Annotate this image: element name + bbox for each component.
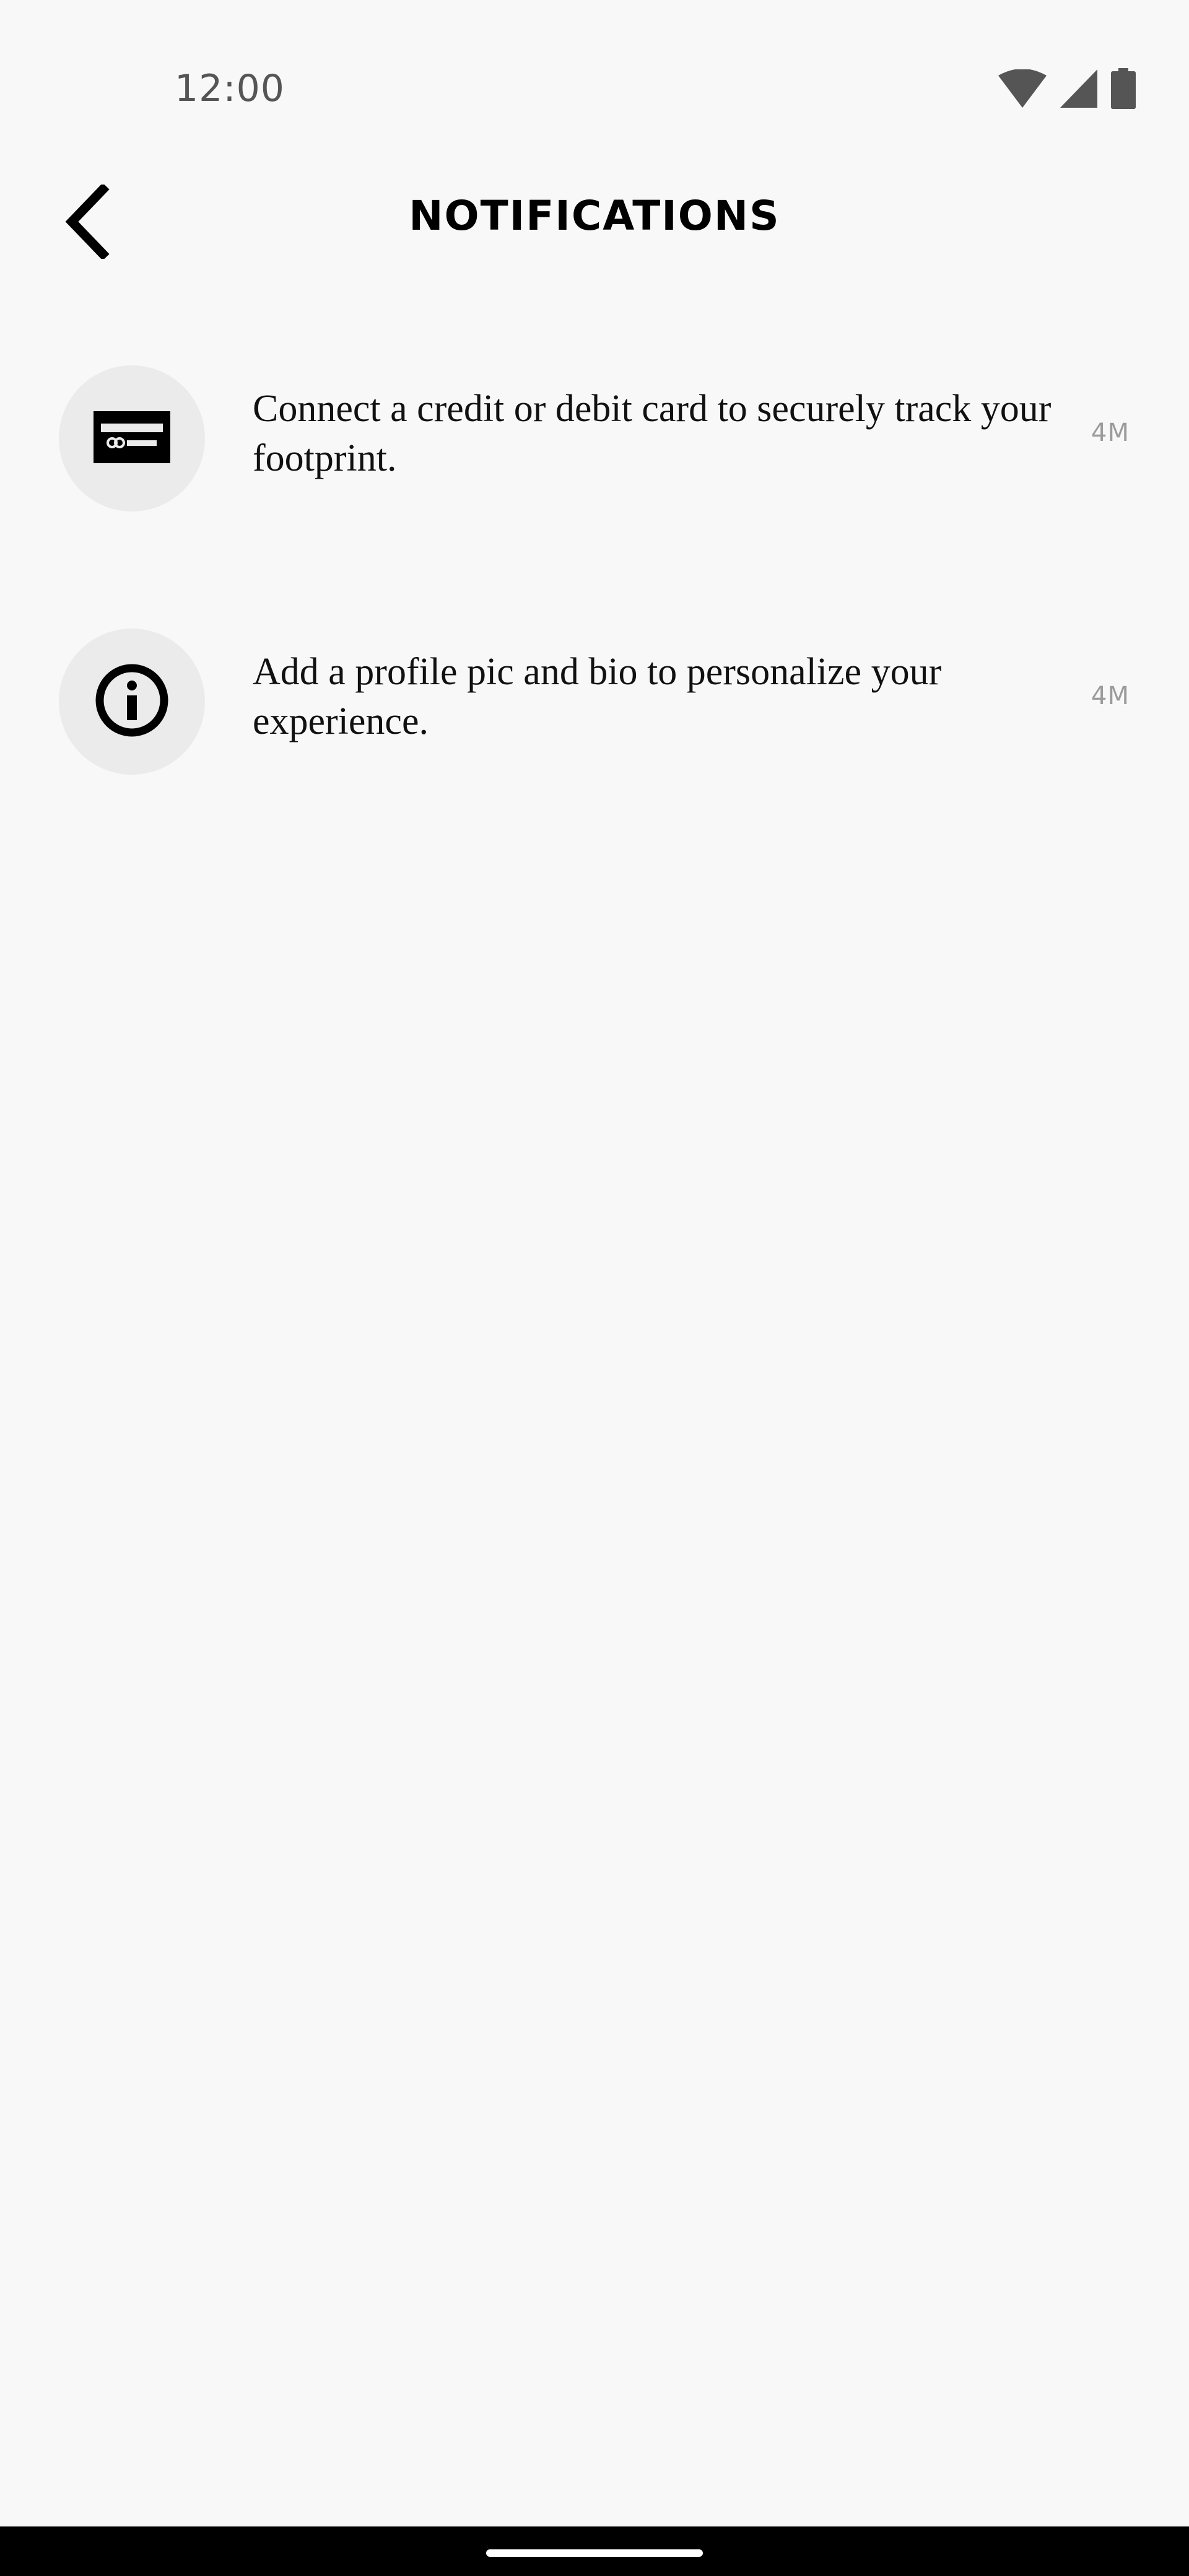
notification-timestamp: 4M [1091, 419, 1130, 447]
signal-icon [1060, 69, 1097, 108]
system-navigation-bar [0, 2526, 1189, 2576]
page-title: NOTIFICATIONS [409, 192, 780, 240]
status-time: 12:00 [175, 67, 285, 110]
header: NOTIFICATIONS [0, 161, 1189, 285]
notification-message: Add a profile pic and bio to personalize… [253, 651, 942, 742]
status-bar: 12:00 [0, 0, 1189, 124]
battery-icon [1111, 68, 1136, 109]
info-icon [95, 663, 169, 741]
notification-message: Connect a credit or debit card to secure… [253, 388, 1052, 479]
credit-card-icon [94, 411, 170, 466]
notification-timestamp: 4M [1091, 682, 1130, 710]
notification-item-profile[interactable]: Add a profile pic and bio to personalize… [0, 616, 1189, 879]
notification-item-connect-card[interactable]: Connect a credit or debit card to secure… [0, 353, 1189, 616]
home-gesture-handle[interactable] [486, 2549, 703, 2557]
notification-icon-circle [59, 629, 205, 775]
status-icons [998, 68, 1136, 109]
notification-icon-circle [59, 365, 205, 511]
notification-list: Connect a credit or debit card to secure… [0, 353, 1189, 879]
wifi-icon [998, 69, 1047, 108]
